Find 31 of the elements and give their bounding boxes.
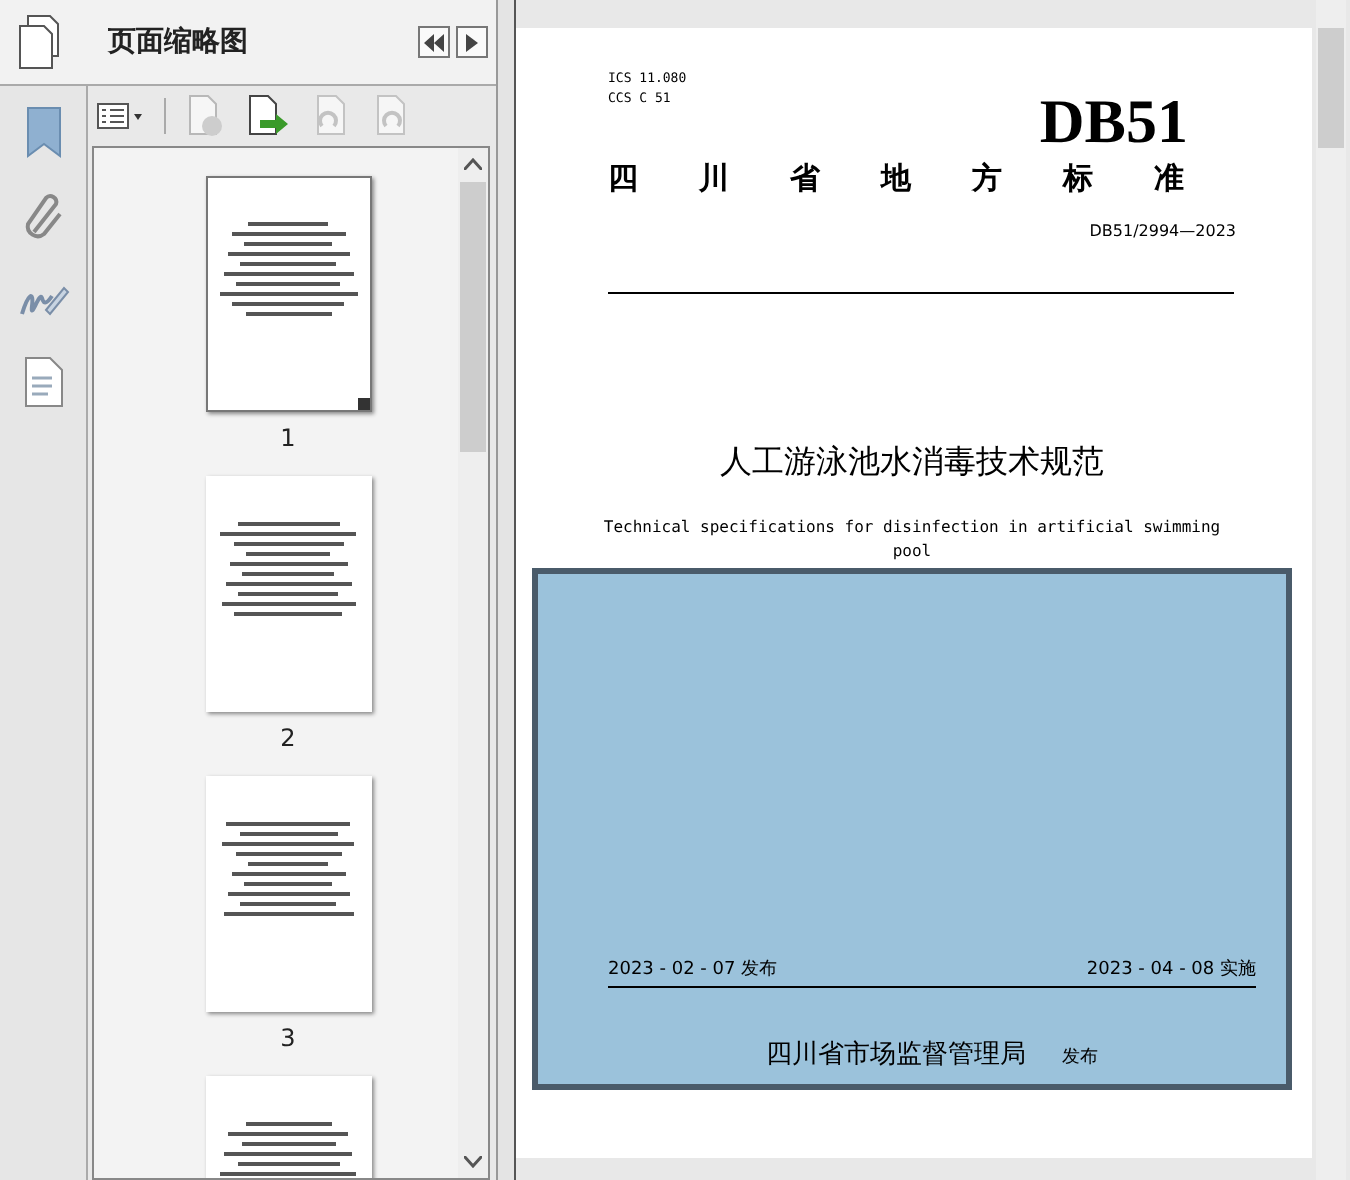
standard-number: DB51/2994—2023 <box>1089 222 1236 240</box>
page-arrow-icon[interactable] <box>246 94 290 138</box>
bookmark-icon[interactable] <box>23 106 63 158</box>
double-left-arrow-icon <box>424 33 444 51</box>
english-title: Technical specifications for disinfection in artificial swimming pool <box>601 516 1223 564</box>
expand-button[interactable] <box>456 26 488 58</box>
document-scrollbar[interactable] <box>1316 0 1346 1180</box>
panel-title: 页面缩略图 <box>108 24 250 60</box>
panel-splitter[interactable] <box>498 0 516 1180</box>
page-number: 2 <box>280 724 296 752</box>
scroll-thumb[interactable] <box>460 182 486 452</box>
list-options-icon <box>96 102 144 130</box>
options-menu-button[interactable] <box>96 102 144 130</box>
publisher: 四川省市场监督管理局 <box>766 1038 1026 1072</box>
issue-date: 2023 - 02 - 07 发布 <box>608 957 778 982</box>
page-number: 1 <box>280 424 296 452</box>
page-thumbnail[interactable] <box>205 176 371 412</box>
scroll-down-icon[interactable] <box>464 1156 482 1168</box>
standard-category: 四川省地方标准 <box>608 160 1247 198</box>
document-title: 人工游泳池水消毒技术规范 <box>718 442 1106 484</box>
page-number: 3 <box>280 1024 296 1052</box>
scrollbar[interactable] <box>458 148 488 1178</box>
right-arrow-icon <box>466 33 478 51</box>
collapse-button[interactable] <box>418 26 450 58</box>
document-icon[interactable] <box>23 356 63 408</box>
effective-date: 2023 - 04 - 08 实施 <box>1086 957 1256 982</box>
standard-code: DB51 <box>1039 92 1188 152</box>
paperclip-icon[interactable] <box>21 192 65 244</box>
publish-label: 发布 <box>1062 1045 1098 1070</box>
scroll-thumb[interactable] <box>1318 28 1344 148</box>
scroll-up-icon[interactable] <box>464 158 482 170</box>
